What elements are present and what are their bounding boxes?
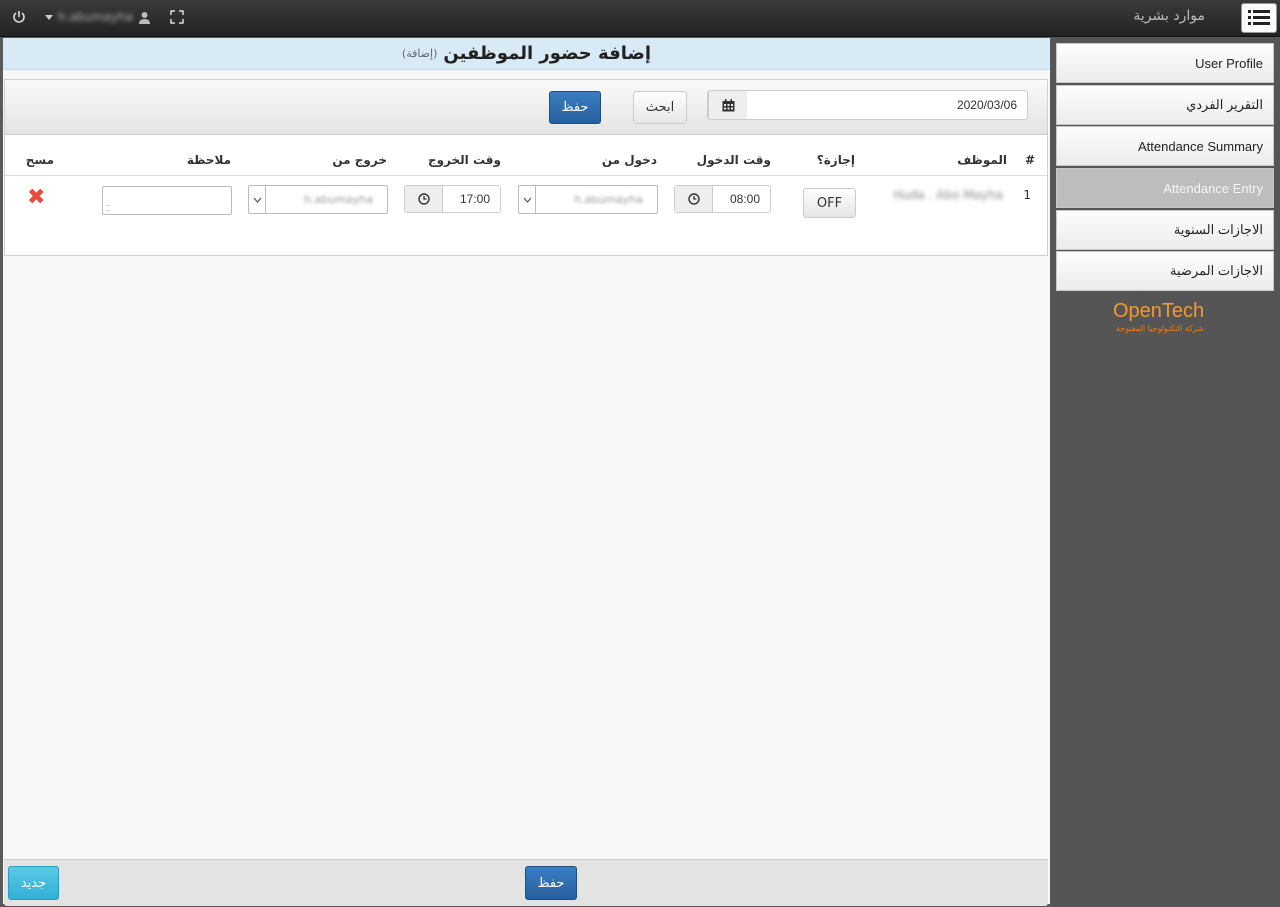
col-note: ملاحظة [186, 153, 231, 167]
user-menu[interactable]: h.abumayha [45, 10, 151, 24]
col-employee: الموظف [957, 153, 1007, 167]
user-icon [139, 11, 151, 24]
col-time-in: وقت الدخول [696, 153, 771, 167]
sidebar-item-user-profile[interactable]: User Profile [1056, 43, 1274, 83]
page-header: إضافة حضور الموظفين (إضافة) [3, 38, 1050, 70]
col-in-from: دخول من [601, 153, 657, 167]
opentech-logo: OpenTech شركة التكنولوجيا المفتوحة [1113, 300, 1223, 340]
list-menu-icon [1248, 10, 1270, 25]
col-delete: مسح [25, 153, 54, 167]
time-in-value[interactable]: 08:00 [713, 186, 770, 212]
menu-toggle-button[interactable] [1241, 3, 1277, 33]
new-button[interactable]: جديد [8, 866, 59, 900]
table-row: 1 Huda . Abo Mayha OFF 08:00 h.abumayha [5, 176, 1047, 226]
employee-name: Huda . Abo Mayha [893, 188, 1003, 202]
time-out-value[interactable]: 17:00 [443, 186, 500, 212]
toolbar: 2020/03/06 ابحث حفظ [5, 80, 1047, 135]
footer-bar: حفظ جديد [4, 859, 1048, 906]
clock-icon[interactable] [675, 186, 713, 212]
page-title: إضافة حضور الموظفين [443, 43, 652, 64]
power-icon[interactable] [12, 10, 26, 28]
sidebar-item-annual-leave[interactable]: الاجازات السنوية [1056, 210, 1274, 250]
in-from-select[interactable]: h.abumayha [518, 185, 658, 214]
sidebar-item-attendance-entry[interactable]: Attendance Entry [1056, 168, 1274, 208]
sidebar-item-attendance-summary[interactable]: Attendance Summary [1056, 126, 1274, 166]
out-from-value: h.abumayha [304, 193, 373, 206]
sidebar-item-sick-leave[interactable]: الاجازات المرضية [1056, 251, 1274, 291]
chevron-down-icon [249, 186, 266, 213]
in-from-value: h.abumayha [574, 193, 643, 206]
logo-subtitle: شركة التكنولوجيا المفتوحة [1116, 324, 1204, 333]
sidebar: User Profile التقرير الفردي Attendance S… [1051, 38, 1280, 907]
leave-toggle[interactable]: OFF [803, 188, 856, 218]
row-number: 1 [1023, 188, 1031, 202]
search-button[interactable]: ابحث [633, 91, 687, 124]
date-picker[interactable]: 2020/03/06 [707, 90, 1028, 120]
col-time-out: وقت الخروج [427, 153, 501, 167]
sidebar-item-individual-report[interactable]: التقرير الفردي [1056, 85, 1274, 125]
time-out-field[interactable]: 17:00 [404, 185, 501, 213]
date-input[interactable]: 2020/03/06 [747, 91, 1027, 119]
clock-icon[interactable] [405, 186, 443, 212]
app-title: موارد بشرية [1133, 8, 1205, 24]
note-textarea[interactable]: ⁚⁚ [102, 186, 232, 215]
col-num: # [1024, 153, 1035, 167]
attendance-panel: 2020/03/06 ابحث حفظ # الموظف إجازة؟ وقت … [4, 79, 1048, 256]
page-subtitle: (إضافة) [401, 47, 438, 60]
main-content: إضافة حضور الموظفين (إضافة) 2020/03/06 ا… [3, 38, 1050, 906]
delete-icon[interactable]: ✖ [27, 185, 45, 210]
table-header: # الموظف إجازة؟ وقت الدخول دخول من وقت ا… [5, 150, 1047, 176]
col-out-from: خروج من [332, 153, 387, 167]
time-in-field[interactable]: 08:00 [674, 185, 771, 213]
username: h.abumayha [58, 10, 134, 24]
fullscreen-icon[interactable] [170, 10, 184, 28]
caret-down-icon [45, 14, 53, 20]
chevron-down-icon [519, 186, 536, 213]
out-from-select[interactable]: h.abumayha [248, 185, 388, 214]
calendar-icon[interactable] [708, 91, 747, 119]
logo-text: OpenTech [1113, 300, 1205, 322]
save-button-bottom[interactable]: حفظ [525, 866, 577, 900]
save-button-top[interactable]: حفظ [549, 91, 601, 124]
top-bar: موارد بشرية h.abumayha [0, 0, 1280, 37]
resize-grip-icon[interactable]: ⁚⁚ [106, 205, 111, 213]
col-leave: إجازة؟ [816, 153, 855, 167]
